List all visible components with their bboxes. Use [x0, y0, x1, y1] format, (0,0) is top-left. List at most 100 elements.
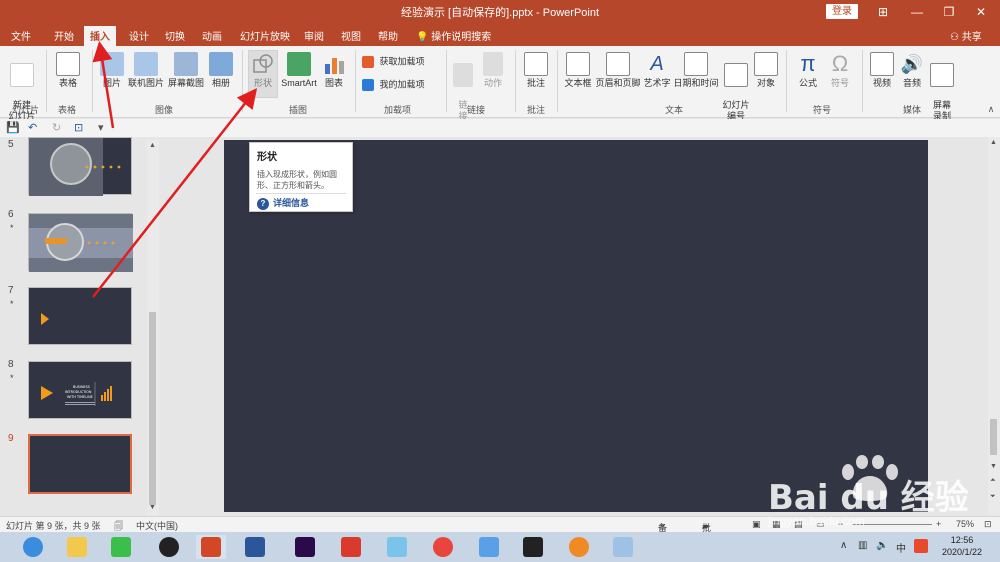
redo-icon[interactable]: ↻	[52, 121, 61, 134]
taskbar-powerpoint[interactable]	[196, 535, 226, 559]
sogou-icon[interactable]	[914, 539, 928, 553]
get-addins-button[interactable]: 获取加载项	[362, 56, 442, 68]
collapse-ribbon-icon[interactable]: ∧	[982, 100, 1000, 118]
taskbar-app-blue[interactable]	[382, 535, 412, 559]
volume-icon[interactable]: 🔈	[876, 540, 888, 551]
powerpoint-icon	[201, 537, 221, 557]
comment-button[interactable]: 批注	[522, 52, 550, 89]
tab-insert[interactable]: 插入	[84, 26, 116, 46]
tray-expand-icon[interactable]: ∧	[840, 540, 847, 551]
online-picture-icon	[134, 52, 158, 76]
restore-icon[interactable]: ❐	[940, 3, 958, 21]
header-footer-button[interactable]: 页眉和页脚	[594, 52, 642, 89]
textbox-button[interactable]: 文本框	[562, 52, 594, 89]
save-icon[interactable]: 💾	[6, 121, 20, 134]
table-button[interactable]: 表格	[52, 52, 84, 89]
present-icon[interactable]: ⊡	[74, 121, 83, 134]
wordart-button[interactable]: A 艺术字	[642, 52, 672, 89]
tab-home[interactable]: 开始	[54, 28, 74, 43]
tell-me-search[interactable]: 💡 操作说明搜索	[416, 28, 491, 43]
taskbar-video-app[interactable]	[518, 535, 548, 559]
screenshot-button[interactable]: 屏幕截图	[166, 52, 206, 89]
tooltip-title: 形状	[257, 152, 277, 163]
album-button[interactable]: 相册	[206, 52, 236, 89]
taskbar-explorer[interactable]	[62, 535, 92, 559]
slide-thumbnail-7[interactable]	[28, 287, 132, 345]
divider	[355, 50, 356, 112]
my-addins-button[interactable]: 我的加载项	[362, 79, 442, 91]
customize-qat-icon[interactable]: ▾	[98, 121, 104, 134]
normal-view-icon[interactable]: ▣	[752, 519, 761, 530]
scroll-down-icon[interactable]: ▼	[149, 504, 156, 511]
thumbnails-scrollbar[interactable]: ▲ ▼	[147, 140, 159, 516]
slide-thumbnail-9[interactable]	[28, 434, 132, 494]
share-button[interactable]: ⚇ 共享	[950, 28, 982, 43]
close-icon[interactable]: ✕	[972, 3, 990, 21]
object-icon	[754, 52, 778, 76]
scrollbar-thumb[interactable]	[149, 312, 156, 505]
taskbar-word[interactable]	[240, 535, 270, 559]
video-button[interactable]: 视频	[868, 52, 896, 89]
undo-icon[interactable]: ↶	[28, 121, 37, 134]
clock[interactable]: 12:56 2020/1/22	[942, 534, 982, 558]
taskbar-wechat[interactable]	[106, 535, 136, 559]
scroll-up-icon[interactable]: ▲	[149, 142, 156, 149]
taskbar-app-red[interactable]	[336, 535, 366, 559]
group-label-images: 图像	[155, 105, 174, 115]
quick-access-toolbar: 💾 ↶ ↻ ⊡ ▾	[0, 119, 1000, 137]
slide-thumbnail-5[interactable]	[28, 137, 132, 196]
scrollbar-thumb[interactable]	[990, 419, 997, 455]
slide-thumbnail-6[interactable]	[28, 213, 133, 272]
picture-button[interactable]: 图片	[98, 52, 126, 89]
minimize-icon[interactable]: —	[908, 3, 926, 21]
tab-review[interactable]: 审阅	[304, 28, 324, 43]
ribbon: 新建 幻灯片 表格 图片 联机图片 屏幕截图 相册 幻灯片 表格 图像 形状 S…	[0, 46, 1000, 121]
group-label-tables: 表格	[58, 105, 77, 115]
lightbulb-icon: 💡	[416, 32, 429, 43]
tab-help[interactable]: 帮助	[378, 28, 398, 43]
tab-transitions[interactable]: 切换	[165, 28, 185, 43]
tab-design[interactable]: 设计	[129, 28, 149, 43]
taskbar-app-bird[interactable]	[474, 535, 504, 559]
link-icon	[453, 63, 473, 87]
video-icon	[870, 52, 894, 76]
chart-button[interactable]: 图表	[320, 52, 348, 89]
scroll-up-icon[interactable]: ▲	[990, 139, 997, 146]
taskbar-premiere[interactable]	[290, 535, 320, 559]
equation-button[interactable]: π 公式	[794, 52, 822, 89]
slide-number-label: 5	[8, 139, 14, 150]
audio-button[interactable]: 🔊 音频	[898, 52, 926, 89]
network-icon[interactable]: ▥	[858, 540, 867, 551]
taskbar-chrome[interactable]	[428, 535, 458, 559]
tab-slideshow[interactable]: 幻灯片放映	[240, 28, 290, 43]
taskbar-app-book[interactable]	[608, 535, 638, 559]
chrome-icon	[433, 537, 453, 557]
header-footer-icon	[606, 52, 630, 76]
taskbar-browser[interactable]	[18, 535, 48, 559]
share-label: 共享	[961, 32, 982, 43]
tab-view[interactable]: 视图	[341, 28, 361, 43]
ribbon-options-icon[interactable]: ⊞	[874, 3, 892, 21]
datetime-button[interactable]: 日期和时间	[672, 52, 720, 89]
ime-indicator[interactable]: 中	[896, 540, 906, 555]
taskbar-qq[interactable]	[154, 535, 184, 559]
tab-file[interactable]: 文件	[11, 28, 31, 43]
symbol-button[interactable]: Ω 符号	[826, 52, 854, 89]
taskbar-app-orange[interactable]	[564, 535, 594, 559]
smartart-button[interactable]: SmartArt	[280, 52, 318, 89]
object-button[interactable]: 对象	[752, 52, 780, 89]
tab-animations[interactable]: 动画	[202, 28, 222, 43]
screen-record-button[interactable]: 屏幕 录制	[928, 52, 956, 122]
group-label-links: 链接	[467, 105, 486, 115]
group-label-media: 媒体	[903, 105, 922, 115]
tooltip-more-info-link[interactable]: ? 详细信息	[257, 196, 309, 210]
slide-thumbnail-8[interactable]: BUSINESS INTRODUCTION WITH TIMELINE	[28, 361, 132, 419]
tooltip-description: 插入现成形状，例如圆形、正方形和箭头。	[257, 170, 337, 190]
slide-number-button[interactable]: 幻灯片 编号	[720, 52, 752, 122]
language-status[interactable]: 中文(中国)	[136, 519, 178, 532]
action-button[interactable]: 动作	[480, 52, 506, 89]
calendar-icon	[684, 52, 708, 76]
login-button[interactable]: 登录	[826, 4, 858, 19]
online-picture-button[interactable]: 联机图片	[126, 52, 166, 89]
divider	[862, 50, 863, 112]
